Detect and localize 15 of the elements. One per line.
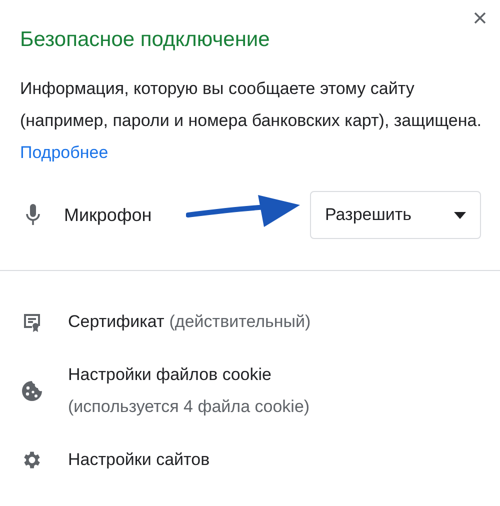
more-link[interactable]: Подробнее: [20, 143, 108, 162]
item-subtitle: (используется 4 файла cookie): [68, 396, 310, 418]
item-label[interactable]: Настройки сайтов: [68, 450, 210, 469]
item-label[interactable]: Настройки файлов cookie: [68, 365, 272, 384]
description-text: Информация, которую вы сообщаете этому сайту (например, пароли и номера банковских карт), защищена. Подробнее: [20, 78, 482, 164]
permission-label: Микрофон: [64, 204, 152, 227]
item-label[interactable]: Сертификат: [68, 312, 164, 331]
certificate-icon: [22, 312, 42, 332]
cookie-icon: [21, 380, 43, 402]
close-icon[interactable]: [474, 12, 486, 24]
item-detail: (действительный): [169, 312, 311, 331]
caret-icon: [454, 212, 466, 218]
permission-dropdown[interactable]: Разрешить: [310, 191, 481, 239]
dialog-title: Безопасное подключение: [20, 27, 271, 53]
microphone-icon: [25, 203, 41, 227]
